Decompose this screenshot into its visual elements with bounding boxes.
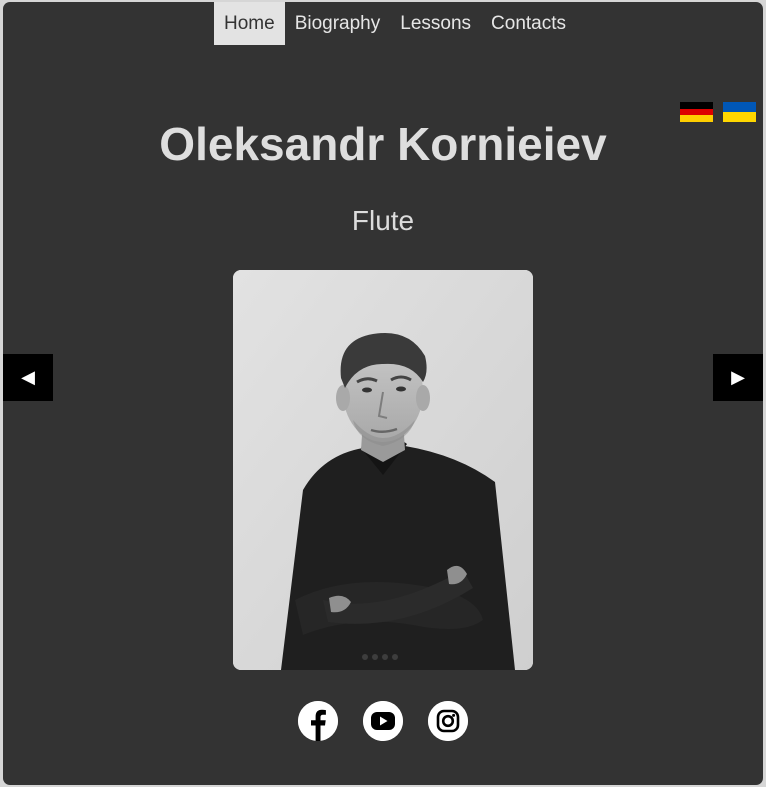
youtube-icon[interactable] [363, 701, 403, 741]
page-container: Home Biography Lessons Contacts Oleksand… [3, 2, 763, 785]
slider-next-button[interactable]: ▶ [713, 354, 763, 401]
social-links [298, 701, 468, 741]
facebook-icon[interactable] [298, 701, 338, 741]
nav-item-biography[interactable]: Biography [285, 2, 391, 45]
page-title: Oleksandr Kornieiev [159, 118, 607, 170]
instagram-icon[interactable] [428, 701, 468, 741]
slider-prev-button[interactable]: ◀ [3, 354, 53, 401]
nav-item-home[interactable]: Home [214, 2, 285, 45]
instrument-subtitle: Flute [351, 205, 415, 236]
main-nav: Home Biography Lessons Contacts [214, 2, 576, 45]
nav-item-contacts[interactable]: Contacts [481, 2, 576, 45]
portrait-photo [233, 270, 533, 670]
nav-item-lessons[interactable]: Lessons [390, 2, 481, 45]
